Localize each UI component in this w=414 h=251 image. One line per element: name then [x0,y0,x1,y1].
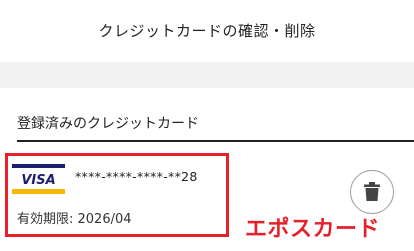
card-brand-label: VISA [21,173,55,188]
section-separator [0,62,414,88]
credit-card-row: VISA ****-****-****-**28 有効期限: 2026/04 エ… [0,148,414,251]
visa-logo-icon: VISA [12,164,65,194]
card-expiry: 有効期限: 2026/04 [17,212,132,227]
annotation-label: エポスカード [245,217,381,242]
page-header: クレジットカードの確認・削除 [0,0,414,62]
trash-icon [364,182,380,201]
section-divider [17,140,414,142]
card-number: ****-****-****-**28 [75,169,198,184]
section-title: 登録済みのクレジットカード [17,116,199,132]
delete-card-button[interactable] [350,170,394,214]
page-title: クレジットカードの確認・削除 [98,22,316,40]
